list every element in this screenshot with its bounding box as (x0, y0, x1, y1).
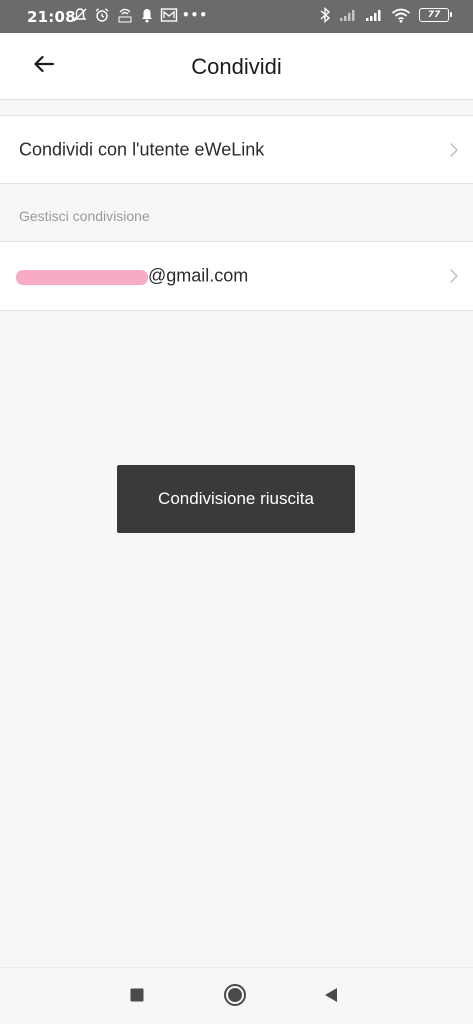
status-right-icons: 77 (319, 7, 452, 23)
shared-user-email: @gmail.com (148, 265, 249, 286)
home-button[interactable] (223, 983, 247, 1012)
toast-text: Condivisione riuscita (158, 489, 314, 508)
status-time: 21:08 (27, 8, 76, 26)
share-with-user-label: Condividi con l'utente eWeLink (19, 139, 265, 159)
status-left-icons: ••• (72, 6, 208, 24)
bell-off-icon (72, 7, 88, 23)
home-circle-icon (223, 983, 247, 1012)
navigation-bar (0, 967, 473, 1024)
share-with-user-row[interactable]: Condividi con l'utente eWeLink (0, 115, 473, 184)
chevron-right-icon (449, 268, 459, 284)
message-icon (160, 7, 178, 23)
chevron-right-icon (449, 142, 459, 158)
more-notifications-icon: ••• (182, 8, 209, 22)
signal-icon (339, 8, 357, 22)
toast-message: Condivisione riuscita (117, 465, 355, 533)
notification-bell-icon (140, 7, 154, 23)
shared-user-row[interactable]: @gmail.com (0, 241, 473, 311)
alarm-icon (94, 7, 110, 23)
recents-button[interactable] (125, 985, 149, 1009)
redacted-email-mark (16, 270, 148, 285)
battery-level: 77 (427, 10, 441, 20)
app-bar: Condividi (0, 33, 473, 100)
page-title: Condividi (191, 54, 282, 79)
system-back-button[interactable] (319, 985, 343, 1009)
hotspot-speed-icon (116, 6, 134, 24)
screen: 21:08 ••• 77 Condividi Condividi con l'u… (0, 0, 473, 1024)
bluetooth-icon (319, 7, 331, 23)
signal-icon (365, 8, 383, 22)
wifi-icon (391, 8, 411, 23)
section-header: Gestisci condivisione (19, 208, 150, 224)
recents-square-icon (129, 987, 145, 1008)
battery-icon: 77 (419, 8, 452, 22)
back-triangle-icon (322, 986, 340, 1009)
status-bar: 21:08 ••• 77 (0, 0, 473, 33)
